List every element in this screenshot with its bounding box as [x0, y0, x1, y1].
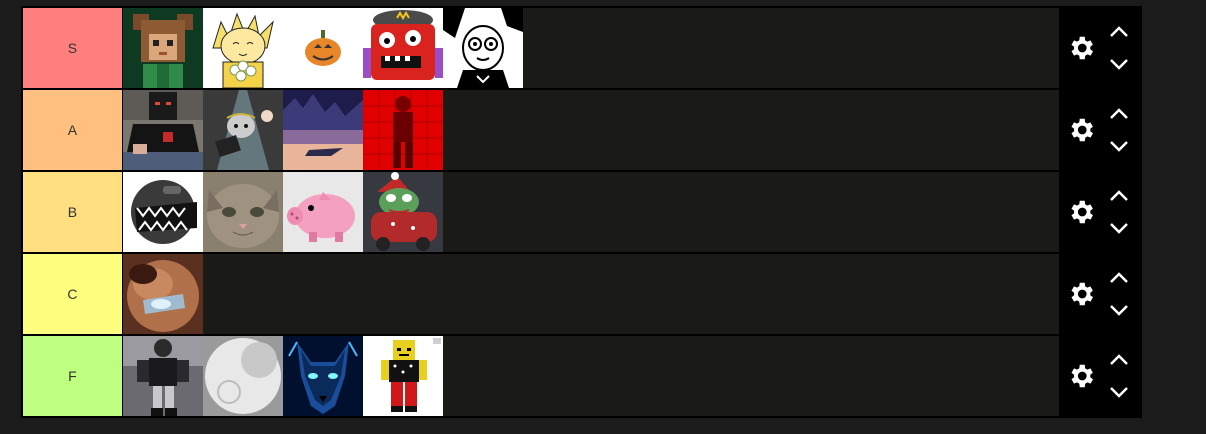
gear-icon[interactable]: [1066, 197, 1096, 227]
tier-row-s: S: [23, 8, 1141, 88]
tier-label-b[interactable]: B: [23, 172, 122, 252]
tier-items-c[interactable]: [122, 254, 1060, 334]
tier-label-f[interactable]: F: [23, 336, 122, 416]
chevron-down-icon[interactable]: [1108, 138, 1130, 154]
tier-items-a[interactable]: [122, 90, 1060, 170]
tier-controls-c: [1060, 254, 1141, 334]
tier-label-s[interactable]: S: [23, 8, 122, 88]
grey-moon-circle-icon[interactable]: [202, 336, 283, 416]
gear-icon[interactable]: [1066, 33, 1096, 63]
chevron-up-icon[interactable]: [1108, 24, 1130, 40]
tier-row-a: A: [23, 90, 1141, 170]
blurred-face-with-glasses-icon[interactable]: [122, 254, 203, 334]
chevron-down-icon[interactable]: [1108, 56, 1130, 72]
pixel-bear-avatar-icon[interactable]: [122, 8, 203, 88]
tier-row-c: C: [23, 254, 1141, 334]
tier-label-a[interactable]: A: [23, 90, 122, 170]
tier-label-c[interactable]: C: [23, 254, 122, 334]
chevron-up-icon[interactable]: [1108, 270, 1130, 286]
red-square-monster-with-cap-icon[interactable]: [362, 8, 443, 88]
tier-controls-f: [1060, 336, 1141, 416]
tier-label-text: A: [67, 122, 78, 138]
glowing-blue-wolf-icon[interactable]: [282, 336, 363, 416]
tier-row-b: B: [23, 172, 1141, 252]
tier-label-text: B: [67, 204, 78, 220]
chevron-up-icon[interactable]: [1108, 188, 1130, 204]
chevron-down-icon[interactable]: [1108, 302, 1130, 318]
masked-person-photo-icon[interactable]: [122, 90, 203, 170]
tier-items-s[interactable]: [122, 8, 1060, 88]
black-white-manga-face-icon[interactable]: [442, 8, 523, 88]
red-figure-on-red-grid-icon[interactable]: [362, 90, 443, 170]
tier-label-text: S: [67, 40, 78, 56]
tier-controls-s: [1060, 8, 1141, 88]
gear-icon[interactable]: [1066, 115, 1096, 145]
gear-icon[interactable]: [1066, 279, 1096, 309]
jack-o-lantern-pumpkin-icon[interactable]: [282, 8, 363, 88]
blonde-cartoon-with-flowers-icon[interactable]: [202, 8, 283, 88]
black-chomping-ball-icon[interactable]: [122, 172, 203, 252]
tier-controls-a: [1060, 90, 1141, 170]
tier-items-b[interactable]: [122, 172, 1060, 252]
tier-label-text: F: [68, 368, 77, 384]
tier-items-f[interactable]: [122, 336, 1060, 416]
frog-in-red-car-icon[interactable]: [362, 172, 443, 252]
ghost-in-light-beam-icon[interactable]: [202, 90, 283, 170]
tier-row-f: F: [23, 336, 1141, 416]
blocky-yellow-character-icon[interactable]: [362, 336, 443, 416]
chevron-up-icon[interactable]: [1108, 352, 1130, 368]
armored-soldier-figure-icon[interactable]: [122, 336, 203, 416]
chevron-down-icon[interactable]: [1108, 220, 1130, 236]
chevron-down-icon[interactable]: [1108, 384, 1130, 400]
pink-piggy-bank-icon[interactable]: [282, 172, 363, 252]
tier-controls-b: [1060, 172, 1141, 252]
kitten-face-photo-icon[interactable]: [202, 172, 283, 252]
purple-sky-landscape-icon[interactable]: [282, 90, 363, 170]
tier-list-board: S A B C F: [21, 6, 1142, 418]
chevron-up-icon[interactable]: [1108, 106, 1130, 122]
gear-icon[interactable]: [1066, 361, 1096, 391]
tier-label-text: C: [67, 286, 78, 302]
